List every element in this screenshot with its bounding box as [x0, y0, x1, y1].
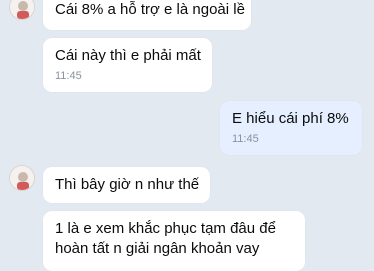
message-text: Cái này thì e phải mất [55, 47, 201, 64]
message-text: Cái 8% a hỗ trợ e là ngoài lề [55, 1, 245, 18]
message-bubble[interactable]: Cái 8% a hỗ trợ e là ngoài lề [43, 0, 251, 30]
message-timestamp: 11:45 [55, 70, 82, 82]
message-text: E hiểu cái phí 8% [232, 110, 349, 127]
contact-avatar[interactable] [9, 0, 35, 20]
message-text: 1 là e xem khắc phục tạm đâu để hoàn tất… [55, 220, 276, 257]
contact-avatar-icon [10, 0, 34, 19]
contact-avatar[interactable] [9, 165, 35, 191]
message-text: Thì bây giờ n như thế [55, 176, 200, 193]
message-bubble[interactable]: Cái này thì e phải mất 11:45 [43, 38, 212, 92]
message-timestamp: 11:45 [232, 133, 259, 145]
message-bubble[interactable]: 1 là e xem khắc phục tạm đâu để hoàn tất… [43, 211, 305, 271]
message-bubble[interactable]: Thì bây giờ n như thế [43, 167, 210, 203]
contact-avatar-icon [10, 166, 34, 190]
outgoing-message-bubble[interactable]: E hiểu cái phí 8% 11:45 [220, 101, 362, 155]
